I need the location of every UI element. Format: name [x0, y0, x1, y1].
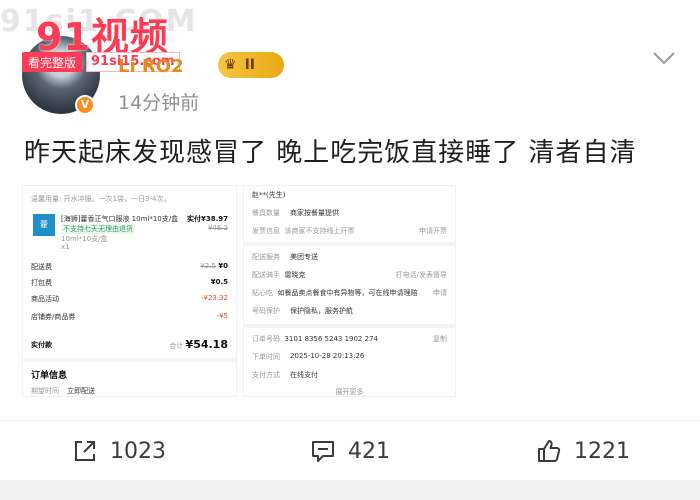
usage-note: 温馨用量: 开水冲服。一次1袋，一日3-4次。	[31, 195, 171, 203]
rider-name: 雷晓克	[284, 271, 306, 279]
order-screenshot-left[interactable]: 温馨用量: 开水冲服。一次1袋，一日3-4次。 藿 [海狮]藿香正气口服液 10…	[22, 185, 237, 397]
discount-label: 商品活动	[31, 295, 59, 303]
discount-value: -¥23.32	[200, 294, 228, 302]
packing-fee-label: 打包费	[31, 279, 52, 287]
section-divider	[244, 324, 455, 328]
post-text: 昨天起床发现感冒了 晚上吃完饭直接睡了 清者自清	[24, 138, 637, 168]
coupon-label: 店铺券/商品券	[31, 313, 76, 321]
order-no-value: 3101 8356 5243 1902 274	[284, 335, 378, 343]
delivery-service-label: 配送服务	[252, 253, 280, 261]
like-icon	[538, 440, 561, 462]
username[interactable]: Li RO2	[118, 56, 184, 77]
chevron-down-icon[interactable]	[652, 50, 676, 66]
paid-prefix: 合计	[169, 342, 184, 350]
crown-icon: ♛	[224, 57, 237, 73]
vip-level: II	[244, 57, 255, 73]
coupon-value: -¥5	[216, 312, 228, 320]
dining-label: 餐具数量	[252, 209, 280, 217]
product-tag: 不支持七天无理由退货	[61, 224, 135, 234]
comment-button[interactable]: 421	[310, 433, 390, 469]
action-bar: 1023 421 1221	[0, 420, 700, 480]
order-time-value: 2025-10-28 20:13:26	[290, 352, 365, 360]
invoice-value: 该商家不支持线上开票	[284, 227, 355, 235]
product-qty: x1	[61, 243, 70, 251]
order-screenshot-right[interactable]: 赵**(先生) 餐具数量 商家按餐量提供 发票信息 该商家不支持线上开票 申请开…	[243, 185, 456, 397]
pay-value: 在线支付	[290, 371, 318, 379]
product-price: 实付¥38.97	[186, 215, 228, 223]
share-count: 1023	[110, 438, 166, 464]
section-divider	[23, 358, 236, 362]
delivery-fee-old: ¥2.5	[200, 262, 217, 270]
rider-action[interactable]: 打电话/发表督导	[396, 270, 447, 280]
privacy-value: 保护隐私，服务护航	[290, 307, 353, 315]
delivery-service-value: 美团专送	[290, 253, 318, 261]
invoice-action[interactable]: 申请开票	[419, 226, 447, 236]
like-count: 1221	[574, 438, 630, 464]
watermark-tag: 看完整版	[22, 52, 83, 72]
order-time-value: 立即配送	[67, 387, 95, 395]
pay-label: 支付方式	[252, 371, 280, 379]
invoice-label: 发票信息	[252, 227, 280, 235]
care-value: 如餐品卖点餐食中有异物等，可在线申请理赔	[277, 289, 418, 297]
privacy-label: 号码保护	[252, 307, 280, 315]
bottom-strip	[0, 480, 700, 500]
paid-amount: ¥54.18	[185, 338, 228, 351]
share-button[interactable]: 1023	[72, 433, 166, 469]
order-time-label: 下单时间	[252, 353, 280, 361]
comment-count: 421	[348, 438, 390, 464]
dining-value: 商家按餐量提供	[290, 209, 339, 217]
order-time-label: 期望时间	[31, 387, 59, 395]
delivery-fee-label: 配送费	[31, 263, 52, 271]
section-divider	[244, 242, 455, 246]
product-name: [海狮]藿香正气口服液 10ml*10支/盒	[61, 215, 179, 223]
care-label: 贴心吃	[252, 289, 273, 297]
post-time: 14分钟前	[118, 92, 200, 114]
rider-label: 配送骑手	[252, 271, 280, 279]
copy-button[interactable]: 复制	[433, 334, 447, 344]
share-icon	[75, 441, 95, 461]
vip-badge[interactable]: ♛ II	[218, 52, 284, 78]
delivery-fee: ¥0	[218, 262, 228, 270]
care-action[interactable]: 申请	[433, 288, 447, 298]
product-orig-price: ¥46.2	[207, 224, 228, 232]
weibo-post-card: V 91si1.COM 91视频 看完整版 91si15.com Li RO2 …	[0, 0, 700, 500]
order-no-label: 订单号码	[252, 335, 280, 343]
like-button[interactable]: 1221	[536, 433, 630, 469]
product-image: 藿	[33, 214, 55, 236]
order-info-title: 订单信息	[31, 371, 68, 381]
expand-more[interactable]: 展开更多	[252, 387, 447, 396]
verified-badge-icon: V	[75, 95, 95, 115]
recipient: 赵**(先生)	[252, 191, 286, 199]
comment-icon	[312, 441, 334, 462]
paid-label: 实付款	[31, 340, 52, 349]
packing-fee: ¥0.5	[210, 278, 228, 286]
